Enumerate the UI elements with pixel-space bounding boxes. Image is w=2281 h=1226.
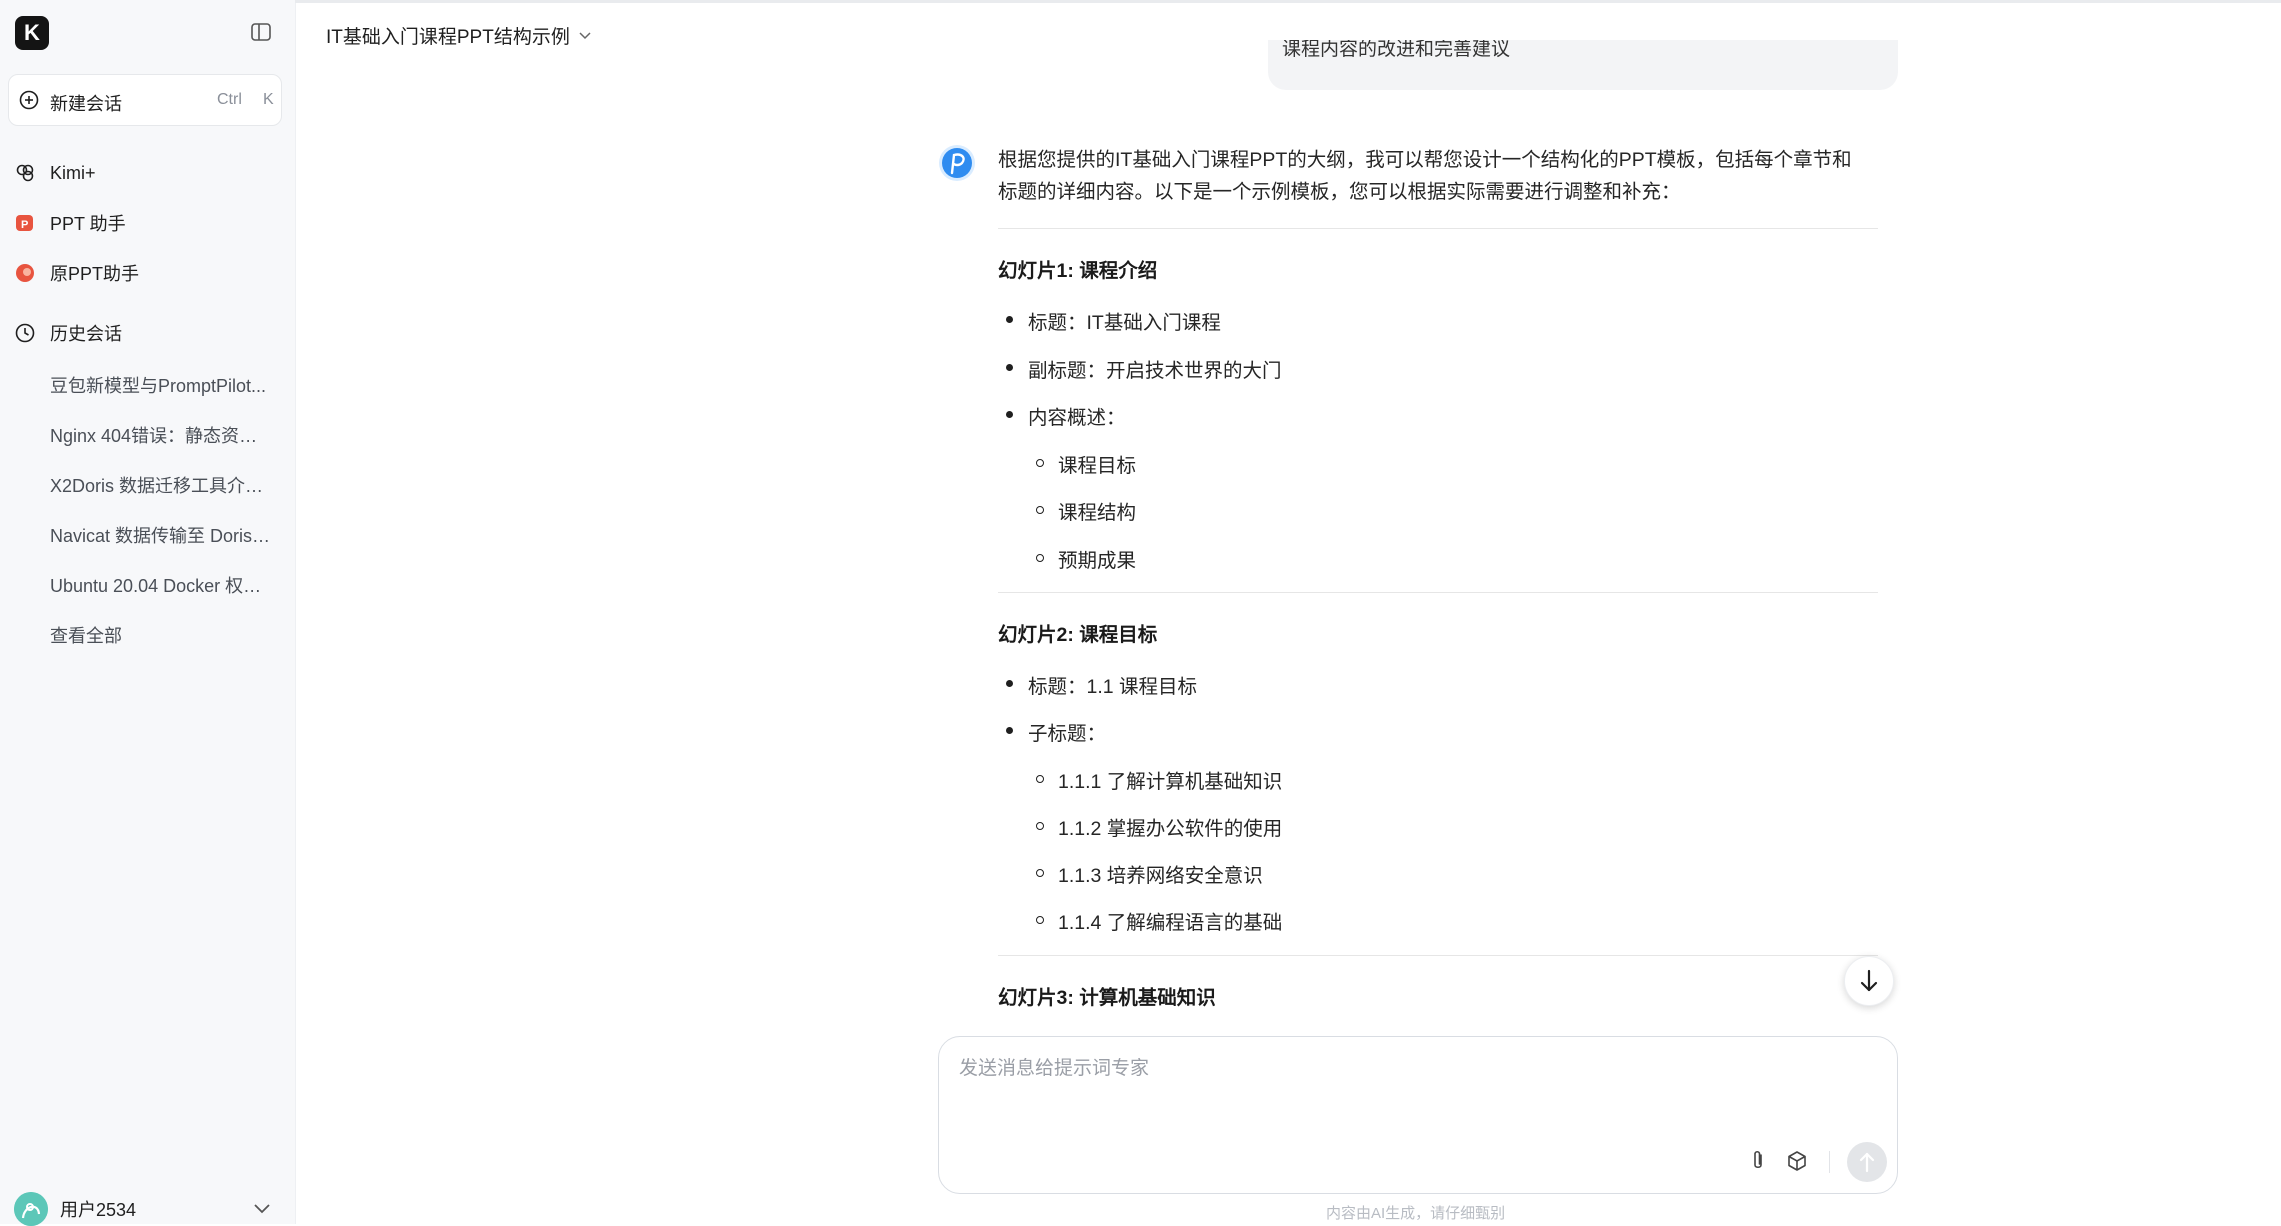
history-title: 历史会话	[50, 324, 122, 344]
history-item[interactable]: X2Doris 数据迁移工具介绍...	[50, 472, 272, 498]
list-item: 副标题：开启技术世界的大门	[1006, 354, 1282, 383]
kimi-plus-icon	[16, 164, 34, 182]
clock-icon	[15, 323, 35, 343]
slide-title: 幻灯片1: 课程介绍	[998, 260, 1158, 282]
svg-text:P: P	[21, 219, 28, 231]
divider	[998, 955, 1878, 956]
cube-icon[interactable]	[1785, 1149, 1809, 1173]
kimi-logo[interactable]: K	[15, 16, 49, 50]
send-button[interactable]	[1847, 1142, 1887, 1182]
assistant-avatar-icon	[939, 145, 975, 181]
sidebar-item-original-ppt[interactable]: 原PPT助手	[14, 258, 139, 288]
intro-line: 根据您提供的IT基础入门课程PPT的大纲，我可以帮您设计一个结构化的PPT模板，…	[998, 149, 1852, 171]
sub-list-item: 1.1.3 培养网络安全意识	[1036, 859, 1263, 888]
user-message-bubble: 课程内容的改进和完善建议	[1268, 40, 1898, 90]
user-name: 用户2534	[60, 1200, 137, 1220]
ppt-original-icon	[16, 264, 34, 282]
top-divider	[295, 0, 2281, 3]
new-chat-label: 新建会话	[50, 94, 122, 114]
arrow-up-icon	[1859, 1152, 1875, 1173]
user-profile[interactable]: 用户2534	[14, 1192, 136, 1226]
assistant-intro: 根据您提供的IT基础入门课程PPT的大纲，我可以帮您设计一个结构化的PPT模板，…	[998, 144, 1878, 208]
disclaimer-text: 内容由AI生成，请仔细甄别	[1326, 1205, 1506, 1222]
message-input[interactable]	[957, 1051, 1861, 1135]
sidebar-item-label: 原PPT助手	[50, 264, 140, 284]
history-item[interactable]: Navicat 数据传输至 Doris ...	[50, 522, 272, 548]
list-item: 内容概述：	[1006, 401, 1126, 430]
sidebar-toggle-icon[interactable]	[250, 21, 272, 43]
arrow-down-icon	[1860, 969, 1878, 992]
sidebar: K 新建会话 Ctrl K Kimi+ P PPT 助手 原PPT助手 历史会话…	[0, 0, 296, 1226]
list-item: 子标题：	[1005, 717, 1106, 746]
view-all-history-link[interactable]: 查看全部	[50, 622, 272, 648]
user-message-text: 课程内容的改进和完善建议	[1282, 40, 1511, 60]
sub-list-item: 课程结构	[1035, 496, 1136, 525]
sub-list-item: 1.1.1 了解计算机基础知识	[1035, 765, 1282, 794]
divider	[998, 228, 1878, 229]
shortcut-ctrl: Ctrl	[217, 91, 242, 108]
shortcut-k: K	[263, 91, 274, 108]
avatar	[14, 1192, 48, 1226]
sub-list-item: 预期成果	[1035, 544, 1136, 573]
history-item[interactable]: Nginx 404错误：静态资源...	[50, 422, 272, 448]
ppt-icon: P	[16, 215, 33, 231]
sidebar-item-label: PPT 助手	[50, 214, 126, 234]
new-chat-button[interactable]: 新建会话 Ctrl K	[8, 74, 282, 126]
list-item: 标题：1.1 课程目标	[1005, 670, 1197, 699]
sidebar-item-kimi-plus[interactable]: Kimi+	[14, 158, 96, 188]
sidebar-item-ppt-assistant[interactable]: P PPT 助手	[14, 208, 126, 238]
slide-title: 幻灯片2: 课程目标	[998, 624, 1158, 646]
sub-list-item: 课程目标	[1035, 449, 1136, 478]
plus-circle-icon	[19, 90, 39, 110]
toolbar-separator	[1829, 1151, 1830, 1173]
scroll-to-bottom-button[interactable]	[1844, 956, 1894, 1006]
paperclip-icon[interactable]	[1747, 1149, 1769, 1173]
conversation-title: IT基础入门课程PPT结构示例	[326, 27, 570, 48]
history-item[interactable]: Ubuntu 20.04 Docker 权限...	[50, 572, 272, 598]
conversation-title-dropdown[interactable]: IT基础入门课程PPT结构示例	[326, 22, 592, 49]
list-item: 标题：IT基础入门课程	[1006, 306, 1221, 335]
history-item[interactable]: 豆包新模型与PromptPilot...	[50, 372, 272, 398]
chevron-down-icon[interactable]	[252, 1202, 272, 1216]
sub-list-item: 1.1.4 了解编程语言的基础	[1035, 906, 1282, 935]
sub-list-item: 1.1.2 掌握办公软件的使用	[1035, 812, 1282, 841]
chevron-down-icon	[579, 31, 591, 39]
sidebar-item-label: Kimi+	[50, 162, 96, 183]
intro-line: 标题的详细内容。以下是一个示例模板，您可以根据实际需要进行调整和补充：	[998, 181, 1681, 203]
history-section-header: 历史会话	[14, 318, 122, 348]
divider	[998, 592, 1878, 593]
slide-title: 幻灯片3: 计算机基础知识	[998, 987, 1216, 1009]
message-composer	[938, 1036, 1898, 1194]
